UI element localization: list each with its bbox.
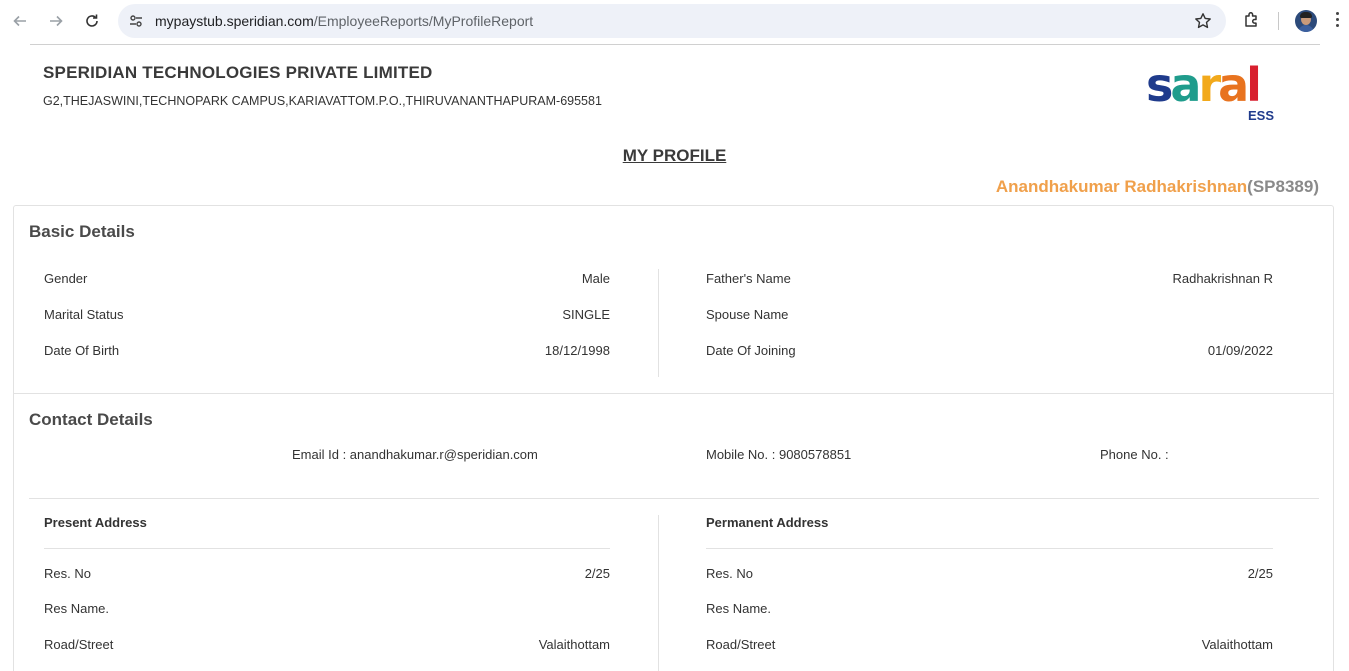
present-res-no-value: 2/25 bbox=[584, 566, 610, 581]
reload-button[interactable] bbox=[80, 9, 104, 33]
present-address-title: Present Address bbox=[44, 515, 147, 530]
browser-toolbar: mypaystub.speridian.com/EmployeeReports/… bbox=[0, 0, 1349, 43]
url-host: mypaystub.speridian.com bbox=[155, 13, 314, 29]
present-road-value: Valaithottam bbox=[538, 637, 610, 652]
doj-value: 01/09/2022 bbox=[1207, 343, 1273, 358]
contact-details-title: Contact Details bbox=[29, 410, 153, 429]
bookmark-star-icon[interactable] bbox=[1194, 12, 1212, 30]
permanent-address-underline bbox=[706, 548, 1273, 549]
site-settings-icon[interactable] bbox=[128, 13, 144, 29]
arrow-left-icon bbox=[13, 15, 26, 27]
permanent-res-no-label: Res. No bbox=[706, 566, 753, 581]
gender-value: Male bbox=[581, 271, 610, 286]
reload-icon bbox=[86, 14, 98, 27]
permanent-res-name-label: Res Name. bbox=[706, 601, 772, 616]
spouse-name-label: Spouse Name bbox=[706, 307, 789, 322]
arrow-right-icon bbox=[50, 15, 63, 27]
present-res-no-label: Res. No bbox=[44, 566, 91, 581]
permanent-road-value: Valaithottam bbox=[1201, 637, 1273, 652]
logo-sub: ESS bbox=[1248, 108, 1275, 123]
address-bar[interactable]: mypaystub.speridian.com/EmployeeReports/… bbox=[118, 4, 1226, 38]
url-text: mypaystub.speridian.com/EmployeeReports/… bbox=[155, 13, 533, 29]
employee-full-name: Anandhakumar Radhakrishnan bbox=[995, 177, 1248, 196]
father-name-label: Father's Name bbox=[706, 271, 791, 286]
page-title: MY PROFILE bbox=[622, 146, 727, 165]
saral-ess-logo: saral ESS bbox=[1146, 62, 1286, 126]
doj-label: Date Of Joining bbox=[706, 343, 796, 358]
toolbar-divider bbox=[1278, 12, 1279, 30]
extensions-puzzle-icon[interactable] bbox=[1242, 10, 1262, 30]
basic-details-divider bbox=[658, 269, 659, 377]
forward-button[interactable] bbox=[44, 9, 68, 33]
dob-value: 18/12/1998 bbox=[544, 343, 610, 358]
employee-name: Anandhakumar Radhakrishnan(SP8389) bbox=[996, 177, 1319, 197]
section-divider bbox=[14, 393, 1333, 394]
permanent-res-no-value: 2/25 bbox=[1247, 566, 1273, 581]
marital-status-value: SINGLE bbox=[562, 307, 610, 322]
dob-label: Date Of Birth bbox=[44, 343, 120, 358]
company-name: SPERIDIAN TECHNOLOGIES PRIVATE LIMITED bbox=[43, 63, 433, 82]
back-button[interactable] bbox=[8, 9, 32, 33]
permanent-road-label: Road/Street bbox=[706, 637, 776, 652]
present-res-name-label: Res Name. bbox=[44, 601, 110, 616]
father-name-value: Radhakrishnan R bbox=[1172, 271, 1273, 286]
address-divider bbox=[658, 515, 659, 671]
gender-label: Gender bbox=[44, 271, 88, 286]
permanent-address-title: Permanent Address bbox=[706, 515, 829, 530]
marital-status-label: Marital Status bbox=[44, 307, 124, 322]
menu-kebab-icon[interactable] bbox=[1334, 12, 1340, 30]
company-address: G2,THEJASWINI,TECHNOPARK CAMPUS,KARIAVAT… bbox=[43, 94, 602, 108]
email-text: Email Id : anandhakumar.r@speridian.com bbox=[292, 447, 538, 462]
phone-text: Phone No. : bbox=[1100, 447, 1169, 462]
basic-details-title: Basic Details bbox=[29, 222, 135, 241]
page-top-divider bbox=[30, 44, 1320, 45]
profile-card: Basic Details Gender Male Marital Status… bbox=[13, 205, 1334, 671]
present-address-underline bbox=[44, 548, 610, 549]
contact-divider bbox=[29, 498, 1319, 499]
present-road-label: Road/Street bbox=[44, 637, 114, 652]
url-path: /EmployeeReports/MyProfileReport bbox=[313, 13, 534, 29]
profile-avatar[interactable] bbox=[1295, 10, 1317, 32]
mobile-text: Mobile No. : 9080578851 bbox=[706, 447, 852, 462]
logo-wordmark: saral bbox=[1146, 58, 1262, 112]
employee-code: (SP8389) bbox=[1247, 177, 1319, 196]
